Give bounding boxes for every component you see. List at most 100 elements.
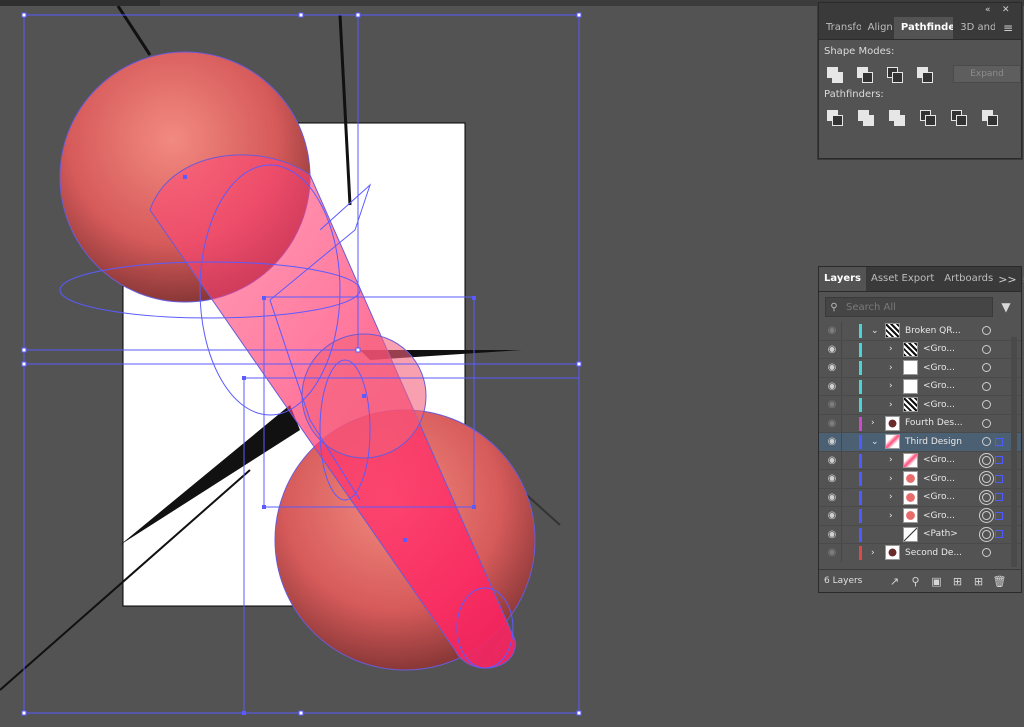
lock-column[interactable] <box>841 377 842 395</box>
visibility-eye-icon[interactable]: ◉ <box>825 418 839 429</box>
chevron-right-icon[interactable]: › <box>889 363 893 373</box>
chevron-right-icon[interactable]: › <box>889 381 893 391</box>
expand-button[interactable]: Expand <box>953 65 1021 83</box>
visibility-eye-icon[interactable]: ◉ <box>825 492 839 503</box>
tab-layers[interactable]: Layers <box>819 267 866 291</box>
lock-column[interactable] <box>841 359 842 377</box>
panel-header-bar[interactable]: « ✕ <box>819 3 1021 17</box>
chevron-right-icon[interactable]: › <box>889 474 893 484</box>
tab-transform[interactable]: Transfo <box>819 17 861 39</box>
clipping-mask-icon[interactable]: ▣ <box>926 575 947 588</box>
visibility-eye-icon[interactable]: ◉ <box>825 547 839 558</box>
layers-scrollbar[interactable] <box>1011 337 1017 567</box>
lock-column[interactable] <box>841 470 842 488</box>
visibility-eye-icon[interactable]: ◉ <box>825 399 839 410</box>
unite-button[interactable] <box>827 66 843 83</box>
layer-name[interactable]: <Gro... <box>923 492 955 502</box>
close-panel-icon[interactable]: ✕ <box>1002 3 1010 17</box>
target-circle-icon[interactable] <box>982 492 991 502</box>
filter-icon[interactable]: ▼ <box>997 300 1015 314</box>
chevron-right-icon[interactable]: › <box>871 548 875 558</box>
visibility-eye-icon[interactable]: ◉ <box>825 344 839 355</box>
layer-name[interactable]: <Path> <box>923 529 958 539</box>
layer-name[interactable]: <Gro... <box>923 381 955 391</box>
locate-object-icon[interactable]: ⚲ <box>905 575 926 588</box>
layer-name[interactable]: <Gro... <box>923 511 955 521</box>
visibility-eye-icon[interactable]: ◉ <box>825 529 839 540</box>
visibility-eye-icon[interactable]: ◉ <box>825 455 839 466</box>
sublayer-row[interactable]: ◉ › <Gro... <box>819 377 1021 396</box>
chevron-right-icon[interactable]: › <box>889 400 893 410</box>
lock-column[interactable] <box>841 525 842 543</box>
tab-asset-export[interactable]: Asset Export <box>866 267 939 291</box>
chevron-right-icon[interactable]: › <box>871 418 875 428</box>
layer-name[interactable]: <Gro... <box>923 400 955 410</box>
layer-name[interactable]: Third Design <box>905 437 962 447</box>
selection-indicator[interactable] <box>995 511 1003 520</box>
target-circle-icon[interactable] <box>982 437 991 447</box>
layer-row[interactable]: ◉ ⌄ Broken QR... <box>819 322 1021 341</box>
crop-button[interactable] <box>920 109 937 126</box>
sublayer-row[interactable]: ◉ › <Gro... <box>819 507 1021 526</box>
sublayer-row[interactable]: ◉ › <Gro... <box>819 470 1021 489</box>
merge-button[interactable] <box>889 109 906 126</box>
target-circle-icon[interactable] <box>982 381 991 391</box>
visibility-eye-icon[interactable]: ◉ <box>825 510 839 521</box>
collapse-panel-icon[interactable]: « <box>985 3 991 17</box>
target-circle-icon[interactable] <box>982 400 991 410</box>
lock-column[interactable] <box>841 322 842 340</box>
sublayer-row[interactable]: ◉ <Path> <box>819 525 1021 544</box>
target-circle-icon[interactable] <box>982 511 991 521</box>
lock-column[interactable] <box>841 414 842 432</box>
target-circle-icon[interactable] <box>982 363 991 373</box>
lock-column[interactable] <box>841 433 842 451</box>
lock-column[interactable] <box>841 507 842 525</box>
delete-layer-icon[interactable]: 🗑 <box>989 575 1010 588</box>
divide-button[interactable] <box>827 109 844 126</box>
selection-indicator[interactable] <box>995 437 1003 446</box>
tab-artboards[interactable]: Artboards <box>939 267 998 291</box>
overflow-tabs-icon[interactable]: >> <box>998 273 1016 286</box>
layer-name[interactable]: <Gro... <box>923 344 955 354</box>
layers-search-input[interactable]: ⚲ Search All <box>825 297 993 317</box>
lock-column[interactable] <box>841 396 842 414</box>
lock-column[interactable] <box>841 451 842 469</box>
target-circle-icon[interactable] <box>982 548 991 558</box>
chevron-right-icon[interactable]: › <box>889 511 893 521</box>
chevron-down-icon[interactable]: ⌄ <box>871 437 879 447</box>
sublayer-row[interactable]: ◉ › <Gro... <box>819 396 1021 415</box>
sublayer-row[interactable]: ◉ › <Gro... <box>819 359 1021 378</box>
new-layer-icon[interactable]: ⊞ <box>968 575 989 588</box>
layer-name[interactable]: Broken QR... <box>905 326 961 336</box>
visibility-eye-icon[interactable]: ◉ <box>825 381 839 392</box>
panel-menu-icon[interactable]: ≡ <box>995 17 1021 39</box>
target-circle-icon[interactable] <box>982 529 991 539</box>
new-sublayer-icon[interactable]: ⊞ <box>947 575 968 588</box>
intersect-button[interactable] <box>887 66 904 83</box>
target-circle-icon[interactable] <box>982 326 991 336</box>
selection-indicator[interactable] <box>995 530 1003 539</box>
trim-button[interactable] <box>858 109 875 126</box>
visibility-eye-icon[interactable]: ◉ <box>825 436 839 447</box>
target-circle-icon[interactable] <box>982 418 991 428</box>
target-circle-icon[interactable] <box>982 344 991 354</box>
chevron-right-icon[interactable]: › <box>889 344 893 354</box>
lock-column[interactable] <box>841 488 842 506</box>
layer-row[interactable]: ◉ › Second De... <box>819 544 1021 562</box>
visibility-eye-icon[interactable]: ◉ <box>825 473 839 484</box>
chevron-right-icon[interactable]: › <box>889 455 893 465</box>
sublayer-row[interactable]: ◉ › <Gro... <box>819 451 1021 470</box>
visibility-eye-icon[interactable]: ◉ <box>825 362 839 373</box>
layer-name[interactable]: <Gro... <box>923 455 955 465</box>
tab-3d[interactable]: 3D and <box>953 17 995 39</box>
selection-indicator[interactable] <box>995 493 1003 502</box>
tab-pathfinder[interactable]: Pathfinder <box>893 17 954 39</box>
visibility-eye-icon[interactable]: ◉ <box>825 325 839 336</box>
layer-name[interactable]: Second De... <box>905 548 962 558</box>
minus-back-button[interactable] <box>982 109 999 126</box>
export-selection-icon[interactable]: ↗ <box>884 575 905 588</box>
layer-name[interactable]: <Gro... <box>923 363 955 373</box>
minus-front-button[interactable] <box>857 66 874 83</box>
lock-column[interactable] <box>841 340 842 358</box>
layer-row[interactable]: ◉ ⌄ Third Design <box>819 433 1021 452</box>
